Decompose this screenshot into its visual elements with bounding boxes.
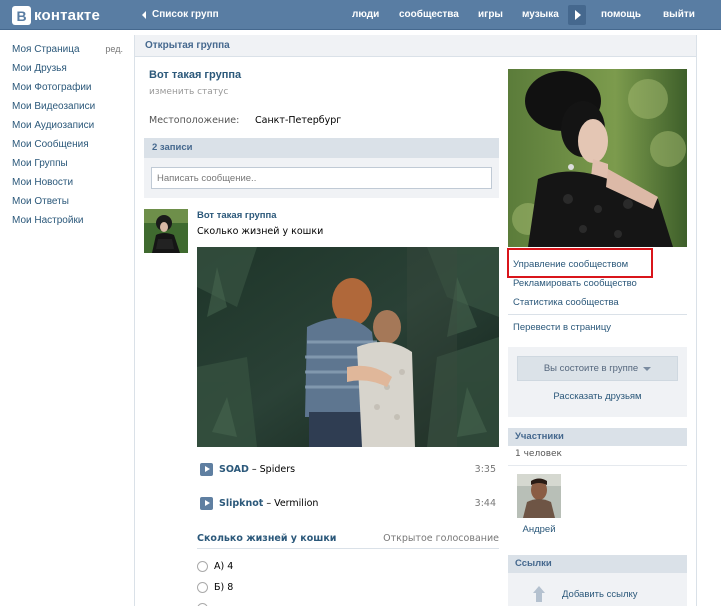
divider — [508, 465, 687, 466]
poll-option-label: Б) 8 — [214, 581, 234, 593]
logo-letter: В — [12, 6, 31, 25]
advertise-community-link[interactable]: Рекламировать сообщество — [513, 278, 637, 289]
vk-logo[interactable]: В контакте — [12, 6, 100, 25]
edit-link[interactable]: ред. — [105, 40, 123, 59]
menu-answers[interactable]: Мои Ответы — [12, 192, 127, 211]
nav-games[interactable]: игры — [478, 9, 503, 20]
track-separator: – — [266, 497, 272, 509]
menu-settings[interactable]: Мои Настройки — [12, 211, 127, 230]
links-header: Ссылки — [508, 555, 687, 573]
track-title: Vermilion — [274, 497, 319, 509]
menu-messages[interactable]: Мои Сообщения — [12, 135, 127, 154]
menu-news[interactable]: Мои Новости — [12, 173, 127, 192]
radio-button[interactable] — [197, 560, 208, 572]
link-arrow-icon — [532, 584, 550, 604]
poll-option[interactable]: А) 4 — [197, 559, 233, 573]
track-artist[interactable]: Slipknot — [219, 498, 263, 509]
divider — [508, 314, 687, 315]
chevron-down-icon — [643, 366, 652, 371]
back-to-groups-link[interactable]: Список групп — [142, 9, 219, 20]
radio-button[interactable] — [197, 602, 208, 606]
members-header[interactable]: Участники — [508, 428, 687, 446]
menu-groups[interactable]: Мои Группы — [12, 154, 127, 173]
back-label: Список групп — [152, 9, 219, 20]
nav-people[interactable]: люди — [352, 9, 379, 20]
player-play-button[interactable] — [568, 5, 586, 25]
play-icon — [575, 10, 581, 20]
post-text: Сколько жизней у кошки — [197, 226, 324, 237]
left-menu: Моя Страница ред. Мои Друзья Мои Фотограф… — [12, 40, 127, 230]
location-value: Санкт-Петербург — [255, 115, 342, 126]
menu-my-page[interactable]: Моя Страница ред. — [12, 40, 127, 59]
poll-type: Открытое голосование — [383, 533, 499, 544]
menu-audio[interactable]: Мои Аудиозаписи — [12, 116, 127, 135]
add-link-button[interactable]: Добавить ссылку — [562, 589, 638, 600]
arrow-left-icon — [142, 10, 146, 19]
play-icon — [204, 466, 210, 472]
track-play-button[interactable] — [200, 496, 213, 510]
post-photo[interactable] — [197, 247, 499, 447]
membership-box: Вы состоите в группе Рассказать друзьям — [508, 347, 687, 417]
manage-community-link[interactable]: Управление сообществом — [513, 259, 628, 270]
community-stats-link[interactable]: Статистика сообщества — [513, 297, 619, 308]
menu-label: Моя Страница — [12, 44, 80, 55]
track-separator: – — [251, 463, 257, 475]
wall-post-count: 2 записи — [144, 138, 499, 158]
change-status-link[interactable]: изменить статус — [149, 87, 228, 97]
menu-photos[interactable]: Мои Фотографии — [12, 78, 127, 97]
wall-composer — [144, 158, 499, 198]
location-row: Местоположение: Санкт-Петербург — [149, 115, 341, 126]
convert-to-page-link[interactable]: Перевести в страницу — [513, 322, 611, 333]
track-play-button[interactable] — [200, 462, 213, 476]
logo-text: контакте — [34, 7, 101, 24]
play-icon — [204, 500, 210, 506]
track-title: Spiders — [259, 463, 296, 475]
top-header: В контакте Список групп люди сообщества … — [0, 0, 721, 30]
member-status-label: Вы состоите в группе — [543, 363, 639, 374]
track-duration: 3:44 — [474, 497, 496, 509]
members-count: 1 человек — [515, 449, 562, 459]
location-label: Местоположение: — [149, 115, 240, 126]
menu-videos[interactable]: Мои Видеозаписи — [12, 97, 127, 116]
nav-help[interactable]: помощь — [601, 9, 641, 20]
member-avatar[interactable] — [517, 474, 561, 518]
nav-logout[interactable]: выйти — [663, 9, 695, 20]
tell-friends-button[interactable]: Рассказать друзьям — [508, 391, 687, 402]
post-author-name[interactable]: Вот такая группа — [197, 210, 277, 221]
audio-track[interactable]: SOAD – Spiders 3:35 — [200, 462, 496, 476]
member-name[interactable]: Андрей — [517, 524, 561, 535]
poll-option-label: А) 4 — [214, 560, 234, 572]
menu-friends[interactable]: Мои Друзья — [12, 59, 127, 78]
nav-music[interactable]: музыка — [522, 9, 559, 20]
member-status-button[interactable]: Вы состоите в группе — [517, 356, 678, 381]
group-name: Вот такая группа — [149, 69, 242, 81]
message-input[interactable] — [151, 167, 492, 189]
group-type-header: Открытая группа — [135, 35, 696, 57]
group-photo[interactable] — [508, 69, 687, 247]
nav-communities[interactable]: сообщества — [399, 9, 459, 20]
poll-header: Сколько жизней у кошки Открытое голосова… — [197, 533, 499, 549]
track-artist[interactable]: SOAD — [219, 464, 249, 475]
post-author-avatar[interactable] — [144, 209, 188, 253]
poll-option[interactable] — [197, 601, 214, 606]
audio-track[interactable]: Slipknot – Vermilion 3:44 — [200, 496, 496, 510]
poll-question: Сколько жизней у кошки — [197, 533, 337, 544]
radio-button[interactable] — [197, 581, 208, 593]
poll-option[interactable]: Б) 8 — [197, 580, 233, 594]
track-duration: 3:35 — [474, 463, 496, 475]
